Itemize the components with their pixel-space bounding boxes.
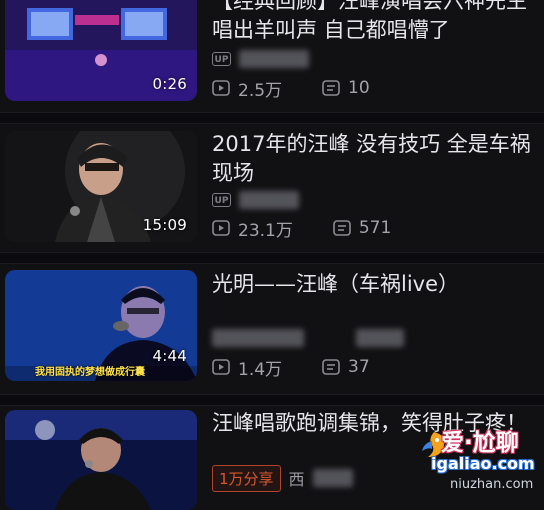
video-thumbnail[interactable]: 15:09: [5, 131, 197, 242]
list-divider: [0, 394, 544, 406]
view-count: 2.5万: [238, 80, 283, 101]
view-count: 23.1万: [238, 220, 293, 241]
uploader-name-blurred: [212, 329, 304, 347]
video-item-1[interactable]: 0:26 【经典回顾】汪峰演唱会六神先生唱出羊叫声 自己都唱懵了 UP 2.5万…: [0, 0, 544, 112]
video-title[interactable]: 2017年的汪峰 没有技巧 全是车祸现场: [212, 130, 542, 188]
uploader-name-partial: 西: [288, 470, 305, 489]
uploader-line: UP: [212, 188, 299, 212]
watermark-subtext: niuzhan.com: [450, 477, 534, 492]
views-stat: 23.1万: [212, 216, 293, 241]
comment-icon: [322, 359, 340, 375]
views-stat: 1.4万: [212, 355, 282, 380]
video-title[interactable]: 【经典回顾】汪峰演唱会六神先生唱出羊叫声 自己都唱懵了: [212, 0, 542, 45]
video-duration: 0:26: [152, 75, 187, 93]
video-thumbnail[interactable]: [5, 410, 197, 510]
comment-count: 37: [348, 357, 370, 377]
comment-icon: [333, 220, 351, 236]
video-duration: 4:44: [152, 347, 187, 365]
comment-count: 571: [358, 218, 392, 238]
video-title[interactable]: 光明——汪峰（车祸live）: [212, 270, 542, 299]
video-stats: 1.4万 37: [212, 355, 410, 380]
uploader-line: UP: [212, 47, 309, 71]
comment-icon: [322, 80, 340, 96]
comments-stat: 37: [322, 357, 370, 377]
video-stats: 23.1万 571: [212, 216, 431, 241]
play-icon: [212, 359, 230, 375]
video-item-3[interactable]: 我用固执的梦想做成行囊 4:44 光明——汪峰（车祸live） 1.4万 37: [0, 264, 544, 394]
list-divider: [0, 112, 544, 124]
play-icon: [212, 220, 230, 236]
list-divider: [0, 252, 544, 264]
video-thumbnail[interactable]: 0:26: [5, 0, 197, 101]
video-stats: 2.5万 10: [212, 76, 410, 101]
comments-stat: 10: [322, 78, 370, 98]
up-icon: UP: [212, 193, 231, 207]
video-item-2[interactable]: 15:09 2017年的汪峰 没有技巧 全是车祸现场 UP 23.1万 571: [0, 124, 544, 252]
views-stat: 2.5万: [212, 76, 282, 101]
uploader-name-blurred: [312, 469, 353, 487]
comment-count: 10: [348, 78, 370, 98]
uploader-name-blurred: [356, 329, 404, 347]
video-duration: 15:09: [142, 216, 187, 234]
uploader-name-blurred: [239, 191, 299, 209]
play-icon: [212, 80, 230, 96]
thumbnail-caption: 我用固执的梦想做成行囊: [35, 367, 145, 378]
comments-stat: 571: [333, 218, 391, 238]
watermark-text: 爱·尬聊: [441, 430, 519, 456]
uploader-line: [212, 326, 404, 350]
thumbnail-image: [5, 410, 197, 510]
share-badge: 1万分享: [212, 464, 281, 492]
uploader-name-blurred: [239, 50, 309, 68]
up-icon: UP: [212, 52, 231, 66]
video-thumbnail[interactable]: 我用固执的梦想做成行囊 4:44: [5, 270, 197, 381]
uploader-line: 1万分享 西: [212, 464, 353, 492]
view-count: 1.4万: [238, 359, 283, 380]
watermark-url: igaliao.com: [431, 454, 535, 473]
